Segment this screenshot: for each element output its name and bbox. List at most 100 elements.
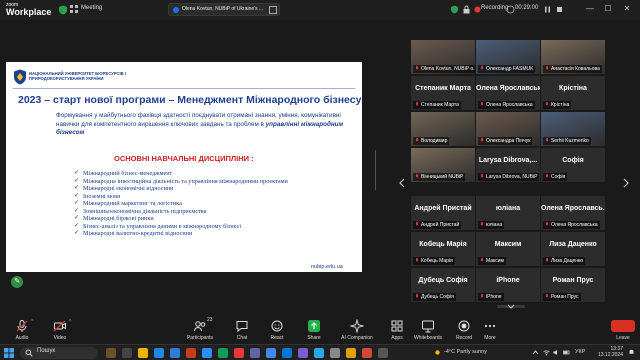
apps-icon [391,320,403,332]
participant-name-caption: Олена Ярославська [478,101,535,109]
pdf-icon[interactable] [234,348,244,358]
windows-start-icon[interactable] [4,348,14,358]
top-bar: zoom Workplace Meeting Olena Kovtun, NUB… [0,0,640,20]
participant-tile[interactable]: Олександр FASMUK [476,40,540,74]
notifications-icon[interactable] [628,349,635,356]
minimize-icon[interactable]: — [583,2,597,16]
clock-icon [506,5,515,14]
zoom-app-icon[interactable] [202,348,212,358]
settings-icon[interactable] [330,348,340,358]
meeting-label[interactable]: Meeting [81,5,102,11]
clock-date: 13.12.2024 [597,352,623,358]
chevron-left-icon[interactable] [398,178,406,188]
participants-button[interactable]: 23 Participants [178,316,222,344]
input-language[interactable]: УКР [575,349,585,355]
splitter-handle[interactable] [375,150,378,190]
sparkle-icon [350,319,364,333]
stop-icon[interactable] [555,5,564,14]
wifi-icon[interactable] [543,349,550,356]
participant-tile[interactable]: iPhone iPhone [476,268,540,302]
participant-tile[interactable]: Крістіна Крістіна [541,76,605,110]
participant-display-name: Олена Ярославсь... [541,205,605,212]
list-item: Бізнес-аналіз та управління даними в між… [74,223,344,231]
mic-muted-icon [416,174,418,178]
battery-icon[interactable] [563,349,570,356]
viber-icon[interactable] [298,348,308,358]
edge-icon[interactable] [154,348,164,358]
widget-icon[interactable] [106,348,116,358]
leave-button[interactable] [611,320,635,332]
chevron-up-icon[interactable]: ^ [31,319,33,325]
chrome-icon[interactable] [266,348,276,358]
close-icon[interactable]: ✕ [620,2,634,16]
grid-icon[interactable] [70,5,78,13]
chevron-up-icon[interactable] [532,349,539,356]
chevron-right-icon[interactable] [622,178,630,188]
participant-display-name: юліана [495,205,521,212]
powerpoint-icon[interactable] [186,348,196,358]
word-icon[interactable] [170,348,180,358]
participant-tile[interactable]: Olena Kovtun, NUBiP o... [411,40,475,74]
participant-display-name: Роман Прус [552,277,594,284]
participant-name: Володимир [421,138,448,144]
chevron-up-icon[interactable]: ^ [69,319,71,325]
telegram-icon[interactable] [314,348,324,358]
view-options-icon[interactable] [269,6,277,14]
participant-tile[interactable]: Анастасія Ковальова [541,40,605,74]
participant-name: Larysa Dibrova, NUBiP [486,174,538,180]
participant-tile[interactable]: Володимир [411,112,475,146]
participant-tile[interactable]: Дубець Софія Дубець Софія [411,268,475,302]
maximize-icon[interactable]: ☐ [601,2,615,16]
participant-name-caption: Serhii Kuzmenko [543,137,591,145]
mic-muted-icon [546,138,548,142]
microphone-muted-icon [16,320,28,332]
task-view-icon[interactable] [122,348,132,358]
speaker-icon[interactable] [553,349,560,356]
participant-display-name: Larysa Dibrova,... [478,157,538,164]
more-button[interactable]: More [468,316,512,344]
store-icon[interactable] [378,348,388,358]
mic-muted-icon [481,66,483,70]
notes-icon[interactable] [346,348,356,358]
video-button[interactable]: ^ Video [38,316,82,344]
annotate-pen-icon[interactable]: ✎ [11,276,23,288]
participant-tile[interactable]: Олександра Пінчук [476,112,540,146]
participant-tile[interactable]: Кобець Марія Кобець Марія [411,232,475,266]
weather-label[interactable]: -4°C Partly sunny [444,349,487,355]
participant-tile[interactable]: Larysa Dibrova,... Larysa Dibrova, NUBiP [476,148,540,182]
participant-tile[interactable]: Андрей Пристай Андрей Пристай [411,196,475,230]
participant-name: Кобець Марія [421,258,453,264]
participant-tile[interactable]: Роман Прус Роман Прус [541,268,605,302]
outlook-icon[interactable] [282,348,292,358]
gmail-icon[interactable] [362,348,372,358]
taskbar-clock[interactable]: 13:37 13.12.2024 [593,346,623,358]
participant-name: Вінницький NUBiP [421,174,464,180]
participant-tile[interactable]: Максим Максим [476,232,540,266]
page-scroll-indicator[interactable] [497,303,525,310]
taskbar-search[interactable]: Пошук [20,347,98,359]
shield-icon[interactable] [58,5,68,15]
shield-check-icon[interactable] [450,5,459,14]
pause-icon[interactable] [543,5,552,14]
participant-tile[interactable]: Serhii Kuzmenko [541,112,605,146]
teams-icon[interactable] [250,348,260,358]
participant-tile[interactable]: Вінницький NUBiP [411,148,475,182]
participant-tile[interactable]: Лиза Даценко Лиза Даценко [541,232,605,266]
disciplines-list: Міжнародний бізнес-менеджмент Міжнародна… [74,170,344,238]
file-explorer-icon[interactable] [138,348,148,358]
participant-tile[interactable]: Степаник Марта Степаник Марта [411,76,475,110]
participant-name-caption: Кобець Марія [413,257,455,265]
list-item: Міжнародні економічні відносини [74,185,344,193]
participant-name-caption: Степаник Марта [413,101,461,109]
participant-tile[interactable]: юліана юліана [476,196,540,230]
participant-name-caption: Анастасія Ковальова [543,65,602,73]
participant-name: юліана [486,222,502,228]
participant-tile[interactable]: Олена Ярославська Олена Ярославська [476,76,540,110]
encryption-icon[interactable] [462,5,471,14]
ai-companion-button[interactable]: AI Companion [335,316,379,344]
screen-share-indicator[interactable]: Olena Kovtun, NUBiP of Ukraine's ... [168,3,280,16]
excel-icon[interactable] [218,348,228,358]
participant-tile[interactable]: Софія Софія [541,148,605,182]
share-button[interactable]: Share [292,316,336,344]
participant-tile[interactable]: Олена Ярославсь... Олена Ярославська [541,196,605,230]
